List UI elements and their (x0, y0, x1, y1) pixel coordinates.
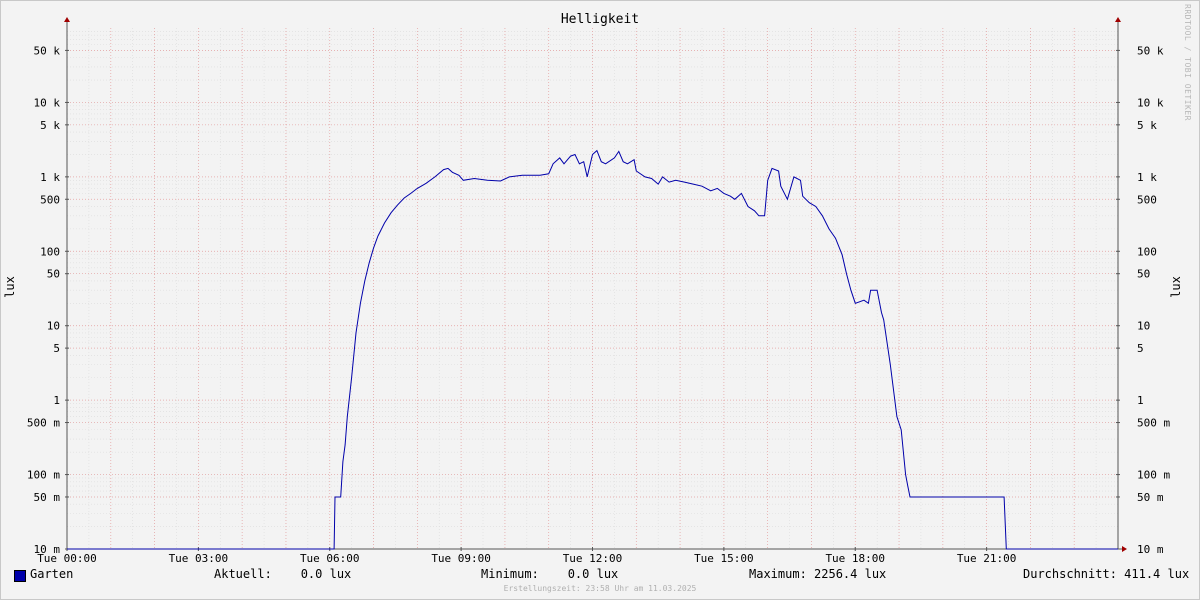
y-tick-label-left: 500 m (27, 417, 60, 430)
y-tick-label-left: 5 k (40, 119, 60, 132)
legend: Garten Aktuell: 0.0 lux Minimum: 0.0 lux… (0, 567, 1200, 585)
brightness-chart: 10 m 50 m 100 m 500 m 1 5 10 50 100 500 1 k 5 k 10 k… (3, 12, 1183, 565)
x-axis-arrow (1122, 546, 1127, 552)
x-tick-label: Tue 21:00 (957, 552, 1017, 565)
x-tick-label: Tue 03:00 (169, 552, 229, 565)
legend-maximum: Maximum: 2256.4 lux (749, 567, 887, 581)
y-tick-label-left: 5 (53, 342, 60, 355)
y-axis-labels-left: 10 m50 m100 m500 m1510501005001 k5 k10 k… (27, 44, 60, 556)
y-tick-label-right: 100 (1137, 245, 1157, 258)
y-tick-label-right: 10 k (1137, 96, 1164, 109)
y-tick-label-right: 500 (1137, 193, 1157, 206)
chart-axes (64, 17, 1127, 552)
y-tick-label-left: 50 k (34, 44, 61, 57)
y-tick-label-right: 5 k (1137, 119, 1157, 132)
y-tick-label-right: 1 k (1137, 171, 1157, 184)
creation-timestamp: Erstellungszeit: 23:58 Uhr am 11.03.2025 (503, 584, 697, 593)
chart-title: Helligkeit (561, 12, 639, 27)
x-tick-label: Tue 09:00 (431, 552, 491, 565)
y-tick-label-right: 10 (1137, 320, 1150, 333)
y-tick-label-right: 100 m (1137, 469, 1170, 482)
rrdtool-watermark: RRDTOOL / TOBI OETIKER (1183, 4, 1192, 121)
y-tick-label-right: 1 (1137, 394, 1144, 407)
y-tick-label-left: 1 (53, 394, 60, 407)
x-tick-label: Tue 00:00 (37, 552, 97, 565)
y-tick-label-left: 1 k (40, 171, 60, 184)
x-tick-label: Tue 12:00 (563, 552, 623, 565)
x-tick-label: Tue 18:00 (825, 552, 885, 565)
y-tick-label-left: 10 k (34, 96, 61, 109)
y-tick-label-left: 100 m (27, 469, 60, 482)
y-tick-label-right: 10 m (1137, 543, 1164, 556)
y-tick-label-right: 50 (1137, 268, 1150, 281)
legend-average: Durchschnitt: 411.4 lux (1023, 567, 1190, 581)
y-axis-title-left: lux (3, 276, 17, 298)
y-tick-label-left: 50 (47, 268, 60, 281)
y-tick-label-left: 10 (47, 320, 60, 333)
y-tick-label-left: 100 (40, 245, 60, 258)
y-axis-labels-right: 10 m 50 m 100 m 500 m 1 5 10 50 100 500 1 k 5 k 10 k… (1137, 44, 1170, 556)
legend-minimum: Minimum: 0.0 lux (481, 567, 619, 581)
y-tick-label-left: 50 m (34, 491, 61, 504)
y-tick-label-right: 50 k (1137, 44, 1164, 57)
legend-series-name: Garten (30, 567, 74, 581)
x-tick-label: Tue 15:00 (694, 552, 754, 565)
y-axis-arrow-right (1115, 17, 1121, 22)
y-axis-title-right: lux (1169, 276, 1183, 298)
x-axis-labels: Tue 00:00 Tue 03:00 Tue 06:00 Tue 09:00 Tue … (37, 552, 1016, 565)
x-tick-label: Tue 06:00 (300, 552, 360, 565)
legend-current: Aktuell: 0.0 lux (214, 567, 352, 581)
y-tick-label-right: 500 m (1137, 417, 1170, 430)
y-tick-label-right: 50 m (1137, 491, 1164, 504)
y-tick-label-left: 500 (40, 193, 60, 206)
y-tick-label-right: 5 (1137, 342, 1144, 355)
chart-grid (66, 28, 1119, 550)
y-axis-arrow-left (64, 17, 70, 22)
